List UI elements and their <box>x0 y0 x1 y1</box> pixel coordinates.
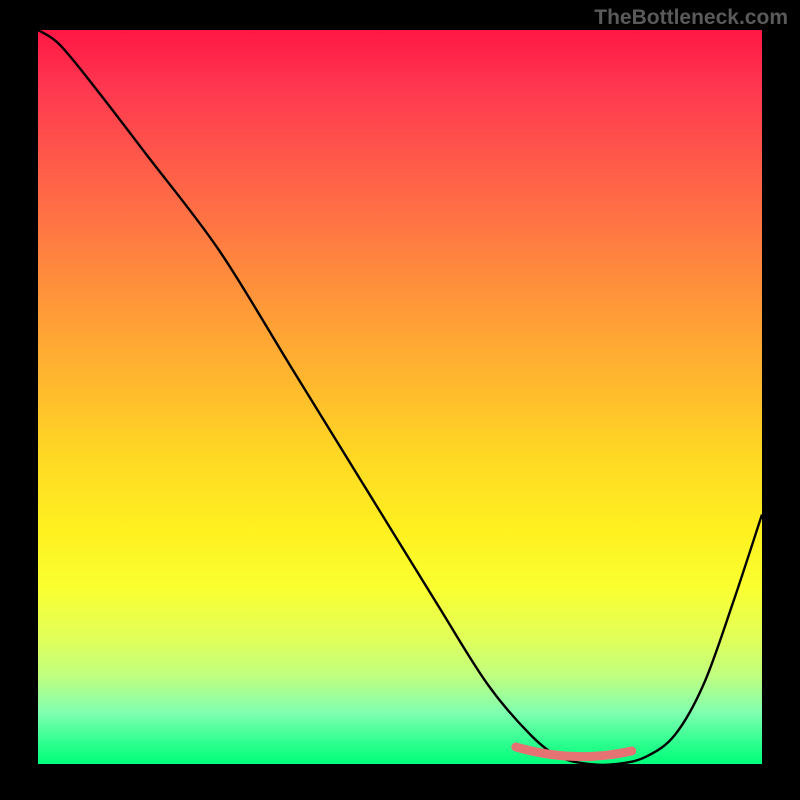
bottleneck-curve <box>38 30 762 764</box>
curve-path <box>38 30 762 764</box>
optimal-range-highlight <box>516 747 632 757</box>
watermark-text: TheBottleneck.com <box>594 6 788 30</box>
chart-plot-area <box>38 30 762 764</box>
